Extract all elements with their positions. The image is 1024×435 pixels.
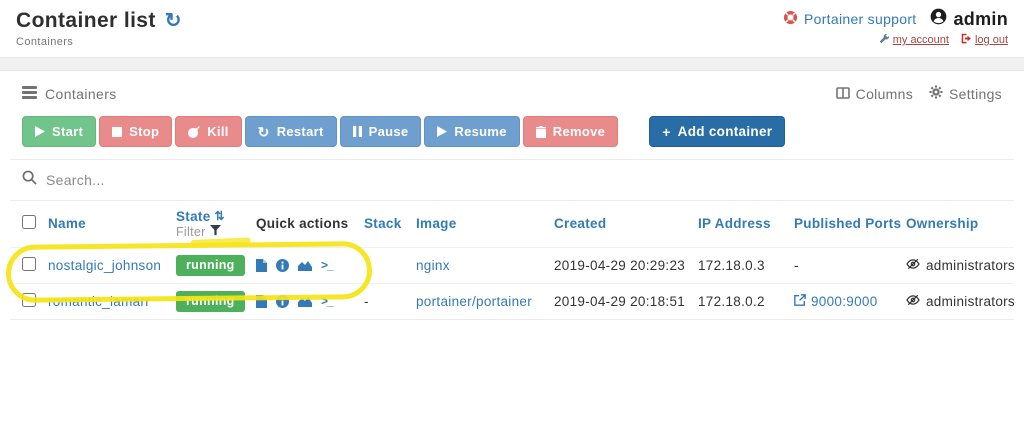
published-port-link[interactable]: 9000:9000 — [794, 294, 906, 309]
header-divider — [0, 57, 1024, 71]
header-ip-address[interactable]: IP Address — [698, 201, 794, 247]
quick-actions: >_ — [256, 294, 364, 308]
settings-label: Settings — [949, 86, 1002, 102]
pause-button[interactable]: Pause — [340, 116, 422, 147]
stack-value: - — [364, 294, 369, 309]
list-icon — [22, 86, 37, 102]
user-menu[interactable]: admin — [930, 8, 1008, 30]
funnel-icon — [210, 225, 221, 239]
columns-button[interactable]: Columns — [836, 85, 913, 102]
stats-icon[interactable] — [298, 296, 312, 307]
stats-icon[interactable] — [298, 260, 312, 271]
image-link[interactable]: portainer/portainer — [416, 294, 532, 309]
inspect-icon[interactable] — [276, 259, 289, 272]
ip-value: 172.18.0.3 — [698, 258, 765, 273]
containers-table: Name State ⇅ Filter Quick actions Stack — [10, 201, 1014, 320]
remove-label: Remove — [553, 124, 605, 139]
search-bar — [10, 159, 1014, 201]
add-container-label: Add container — [678, 124, 773, 139]
top-header: Container list ↻ Containers Portainer su… — [0, 0, 1024, 57]
kill-label: Kill — [207, 124, 228, 139]
ownership-value: administrators — [926, 294, 1015, 309]
stop-button[interactable]: Stop — [99, 116, 172, 147]
eye-slash-icon — [906, 258, 920, 273]
quick-actions: >_ — [256, 258, 364, 272]
pause-label: Pause — [369, 124, 409, 139]
state-filter[interactable]: Filter — [176, 225, 256, 239]
my-account-label: my account — [893, 34, 949, 46]
table-row: romantic_lamarr running >_ — [10, 283, 1014, 319]
logs-icon[interactable] — [256, 295, 267, 308]
header-quick-actions: Quick actions — [256, 201, 364, 247]
select-all-checkbox[interactable] — [22, 215, 36, 229]
trash-icon — [536, 126, 546, 138]
refresh-icon[interactable]: ↻ — [165, 11, 182, 31]
logs-icon[interactable] — [256, 259, 267, 272]
my-account-link[interactable]: my account — [879, 33, 949, 47]
wrench-icon — [879, 33, 890, 47]
external-link-icon — [794, 294, 806, 309]
add-container-button[interactable]: + Add container — [649, 116, 785, 147]
header-published-ports[interactable]: Published Ports — [794, 201, 906, 247]
ports-value: 9000:9000 — [811, 294, 878, 309]
image-link[interactable]: nginx — [416, 258, 450, 273]
remove-button[interactable]: Remove — [523, 116, 618, 147]
restart-button[interactable]: ↻ Restart — [245, 116, 337, 147]
start-label: Start — [52, 124, 83, 139]
start-button[interactable]: Start — [22, 116, 96, 147]
user-icon — [930, 8, 947, 30]
portainer-support-label: Portainer support — [804, 11, 917, 27]
life-ring-icon — [783, 10, 798, 28]
row-checkbox[interactable] — [22, 257, 36, 271]
console-icon[interactable]: >_ — [321, 294, 333, 308]
portainer-support-link[interactable]: Portainer support — [783, 10, 917, 28]
username: admin — [953, 9, 1008, 30]
state-sort[interactable]: State ⇅ — [176, 209, 256, 224]
header-image[interactable]: Image — [416, 201, 554, 247]
restart-icon: ↻ — [258, 125, 270, 139]
container-name-link[interactable]: nostalgic_johnson — [48, 258, 161, 273]
ip-value: 172.18.0.2 — [698, 294, 765, 309]
row-checkbox[interactable] — [22, 293, 36, 307]
table-header-row: Name State ⇅ Filter Quick actions Stack — [10, 201, 1014, 247]
eye-slash-icon — [906, 294, 920, 309]
restart-label: Restart — [277, 124, 324, 139]
ports-value: - — [794, 258, 799, 273]
console-icon[interactable]: >_ — [321, 258, 333, 272]
resume-label: Resume — [454, 124, 506, 139]
inspect-icon[interactable] — [276, 295, 289, 308]
panel-title-label: Containers — [45, 86, 117, 102]
header-name[interactable]: Name — [48, 201, 176, 247]
stop-label: Stop — [129, 124, 159, 139]
created-value: 2019-04-29 20:29:23 — [554, 258, 685, 273]
ownership-value: administrators — [926, 258, 1015, 273]
columns-icon — [836, 86, 850, 102]
gear-icon — [929, 85, 943, 102]
header-state: State ⇅ Filter — [176, 201, 256, 247]
container-actions-toolbar: Start Stop Kill ↻ Restart Pause Resume R… — [10, 114, 1014, 159]
status-badge: running — [176, 291, 245, 312]
table-row: nostalgic_johnson running >_ — [10, 247, 1014, 283]
log-out-link[interactable]: log out — [961, 33, 1008, 47]
columns-label: Columns — [856, 86, 913, 102]
header-ownership[interactable]: Ownership — [906, 201, 1014, 247]
bomb-icon — [188, 126, 200, 138]
search-icon — [22, 170, 37, 190]
resume-button[interactable]: Resume — [424, 116, 519, 147]
log-out-icon — [961, 33, 972, 47]
header-stack[interactable]: Stack — [364, 201, 416, 247]
plus-icon: + — [662, 125, 670, 139]
created-value: 2019-04-29 20:18:51 — [554, 294, 685, 309]
page-title: Container list — [16, 9, 156, 33]
sort-icon: ⇅ — [215, 209, 225, 223]
settings-button[interactable]: Settings — [929, 85, 1002, 102]
containers-panel: Containers Columns Settings Start — [10, 71, 1014, 320]
header-created[interactable]: Created — [554, 201, 698, 247]
container-name-link[interactable]: romantic_lamarr — [48, 294, 150, 309]
status-badge: running — [176, 255, 245, 276]
log-out-label: log out — [975, 34, 1008, 46]
kill-button[interactable]: Kill — [175, 116, 241, 147]
search-input[interactable] — [46, 172, 946, 188]
